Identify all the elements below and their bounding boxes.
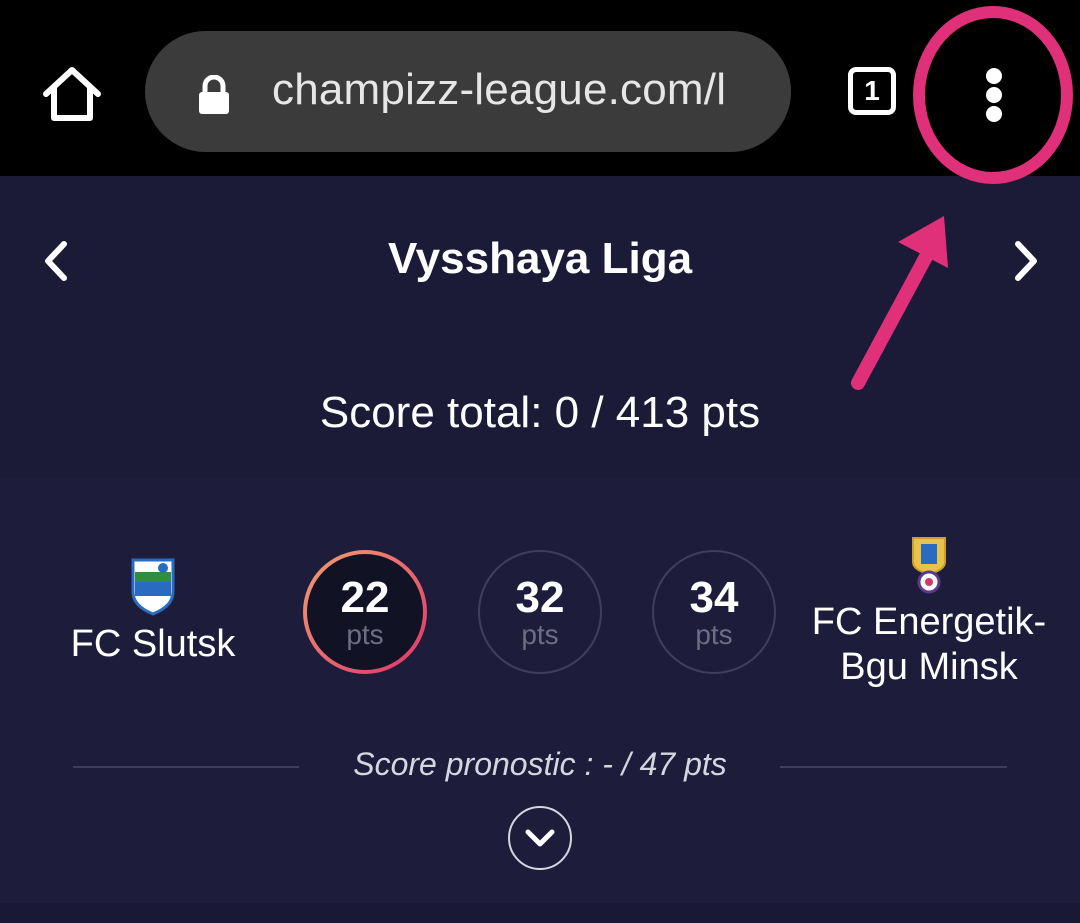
lock-icon [199,75,229,114]
away-team-name-line1: FC Energetik- [811,601,1047,643]
score-pronostic: Score pronostic : - / 47 pts [353,746,727,782]
url-fade [731,31,791,152]
prediction-option-22[interactable]: 22 pts [303,550,427,674]
menu-dot [986,106,1002,122]
home-team-crest [131,558,175,616]
menu-dot [986,87,1002,103]
more-menu-button[interactable] [965,60,1025,124]
option-unit: pts [695,619,733,650]
option-unit: pts [521,619,559,650]
score-total: Score total: 0 / 413 pts [319,388,761,437]
home-team-name: FC Slutsk [70,623,236,665]
league-title: Vysshaya Liga [387,234,693,283]
away-team-name: FC Energetik- Bgu Minsk [800,600,1058,690]
home-icon [43,67,101,121]
option-unit: pts [346,619,384,650]
prediction-option-34[interactable]: 34 pts [652,550,776,674]
chevron-down-icon [525,829,555,847]
address-bar[interactable]: champizz-league.com/l [145,31,791,152]
home-team: FC Slutsk [48,556,258,667]
browser-toolbar: champizz-league.com/l 1 [0,0,1080,176]
away-team: FC Energetik- Bgu Minsk [800,536,1058,690]
next-card-edge [0,903,1080,923]
url-text[interactable]: champizz-league.com/l [272,65,726,115]
league-header: Vysshaya Liga Score total: 0 / 413 pts [0,176,1080,476]
away-team-name-line2: Bgu Minsk [840,646,1018,688]
expand-button[interactable] [508,806,572,870]
option-value: 22 [340,573,390,622]
prediction-option-32[interactable]: 32 pts [478,550,602,674]
tab-switcher-button[interactable]: 1 [848,67,896,115]
divider-right [780,766,1007,768]
away-team-crest [912,537,946,594]
chevron-right-icon[interactable] [1006,236,1046,286]
option-value: 34 [689,573,739,622]
match-card: FC Slutsk 22 pts 32 pts 34 pts FC Energe… [0,478,1080,903]
menu-dot [986,68,1002,84]
option-value: 32 [515,573,565,622]
home-button[interactable] [40,62,104,126]
